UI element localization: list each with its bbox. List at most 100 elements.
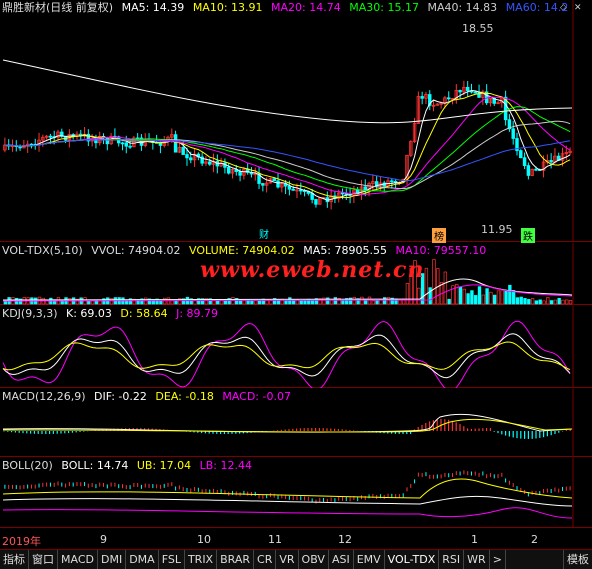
candlestick-chart[interactable] <box>0 0 574 242</box>
tab-macd[interactable]: MACD <box>58 550 98 569</box>
axis-label-2: 2 <box>531 533 538 546</box>
volume-bar <box>428 287 432 305</box>
price-chart-panel[interactable]: 鼎胜新材(日线 前复权) MA5: 14.39 MA10: 13.91 MA20… <box>0 0 592 243</box>
candle-body <box>458 90 462 93</box>
candle-body <box>522 157 527 166</box>
tab-fsl[interactable]: FSL <box>159 550 185 569</box>
boll-legend: BOLL(20) BOLL: 14.74 UB: 17.04 LB: 12.44 <box>2 459 257 473</box>
ma30-label: MA30: 15.17 <box>349 1 419 14</box>
kdj-panel[interactable]: KDJ(9,3,3) K: 69.03 D: 58.64 J: 89.79 <box>0 306 592 388</box>
panel-close-icon[interactable]: ✕ <box>574 3 582 13</box>
tab-vr[interactable]: VR <box>276 550 299 569</box>
candle-body <box>534 168 538 171</box>
vol-ma10-label: MA10: 79557.10 <box>395 244 487 257</box>
candle-body <box>519 150 523 159</box>
volume-bar <box>470 290 474 305</box>
boll-lb-label: LB: 12.44 <box>199 459 252 472</box>
volume-bar <box>333 297 338 305</box>
tab-obv[interactable]: OBV <box>299 550 329 569</box>
candle-body <box>344 193 349 195</box>
tab-template[interactable]: 模板 <box>563 550 592 569</box>
vol-indicator-name: VOL-TDX(5,10) <box>2 244 83 257</box>
candle-body <box>276 180 280 188</box>
candle-body <box>261 183 265 186</box>
volume-bar <box>527 299 531 305</box>
volume-bar <box>530 298 535 305</box>
candle-body <box>158 142 163 146</box>
tab-vol-tdx[interactable]: VOL-TDX <box>385 550 440 569</box>
volume-bar <box>443 271 448 305</box>
drop-badge[interactable]: 跌 <box>521 228 535 243</box>
ma40-label: MA40: 14.83 <box>427 1 498 14</box>
tab-asi[interactable]: ASI <box>329 550 354 569</box>
volume-bar <box>458 286 463 305</box>
tab-cr[interactable]: CR <box>254 550 277 569</box>
candle-body <box>291 188 295 191</box>
axis-label-12: 12 <box>338 533 352 546</box>
volume-bar <box>515 297 520 305</box>
boll-mid-label: BOLL: 14.74 <box>61 459 129 472</box>
candle-body <box>29 143 34 146</box>
volume-bar <box>534 300 539 305</box>
high-price-label: 18.55 <box>462 22 494 35</box>
volume-bar <box>508 284 512 305</box>
kdj-k-label: K: 69.03 <box>66 307 112 320</box>
boll-indicator-name: BOLL(20) <box>2 459 53 472</box>
volume-bar <box>504 290 508 305</box>
candle-body <box>287 185 292 190</box>
volume-bar <box>542 300 546 305</box>
macd-panel[interactable]: MACD(12,26,9) DIF: -0.22 DEA: -0.18 MACD… <box>0 389 592 457</box>
ma10-line <box>4 92 571 199</box>
boll-ub-line <box>2 478 573 499</box>
ma20-label: MA20: 14.74 <box>271 1 341 14</box>
axis-label-1: 1 <box>471 533 478 546</box>
tab-more-arrow-icon[interactable]: > <box>490 550 506 569</box>
volume-bar <box>447 298 451 305</box>
candle-body <box>128 145 132 148</box>
candle-body <box>511 128 515 139</box>
kdj-j-label: J: 89.79 <box>176 307 219 320</box>
volume-bar <box>492 294 497 305</box>
candle-body <box>420 96 424 99</box>
volume-bar <box>511 290 516 305</box>
finance-badge[interactable]: 财 <box>257 226 271 241</box>
candle-body <box>340 192 345 195</box>
volume-bar <box>151 299 155 305</box>
tab-rsi[interactable]: RSI <box>439 550 465 569</box>
vvol-label: VVOL: 74904.02 <box>91 244 181 257</box>
volume-bar <box>250 300 254 305</box>
volume-bar <box>424 267 429 305</box>
volume-bar <box>538 299 542 305</box>
ma10-label: MA10: 13.91 <box>192 1 263 14</box>
volume-bar <box>219 300 224 305</box>
candle-body <box>526 165 531 176</box>
volume-label: VOLUME: 74904.02 <box>189 244 295 257</box>
boll-panel[interactable]: BOLL(20) BOLL: 14.74 UB: 17.04 LB: 12.44 <box>0 458 592 528</box>
date-axis: 2019年 9 10 11 12 1 2 <box>0 529 592 550</box>
tab-brar[interactable]: BRAR <box>217 550 255 569</box>
low-price-label: 11.95 <box>481 223 513 236</box>
volume-bar <box>565 299 569 305</box>
rank-badge[interactable]: 榜 <box>432 228 446 243</box>
volume-bar <box>549 300 554 305</box>
macd-value-label: MACD: -0.07 <box>222 390 291 403</box>
tab-trix[interactable]: TRIX <box>185 550 218 569</box>
macd-legend: MACD(12,26,9) DIF: -0.22 DEA: -0.18 MACD… <box>2 390 296 404</box>
candle-body <box>48 135 53 138</box>
volume-legend: VOL-TDX(5,10) VVOL: 74904.02 VOLUME: 749… <box>2 244 491 258</box>
tab-indicator[interactable]: 指标 <box>0 550 29 569</box>
tab-emv[interactable]: EMV <box>354 550 385 569</box>
kdj-d-label: D: 58.64 <box>120 307 168 320</box>
tab-dmi[interactable]: DMI <box>98 550 127 569</box>
volume-bar <box>477 286 482 305</box>
tab-dma[interactable]: DMA <box>126 550 159 569</box>
candle-body <box>390 180 394 183</box>
tab-wr[interactable]: WR <box>464 550 490 569</box>
ma5-line <box>4 89 571 201</box>
axis-label-9: 9 <box>100 533 107 546</box>
tab-window[interactable]: 窗口 <box>29 550 58 569</box>
candle-body <box>18 146 22 149</box>
volume-bar <box>386 297 391 305</box>
watermark-logo: www.eweb.net.cn <box>200 257 425 283</box>
candle-body <box>446 97 451 100</box>
